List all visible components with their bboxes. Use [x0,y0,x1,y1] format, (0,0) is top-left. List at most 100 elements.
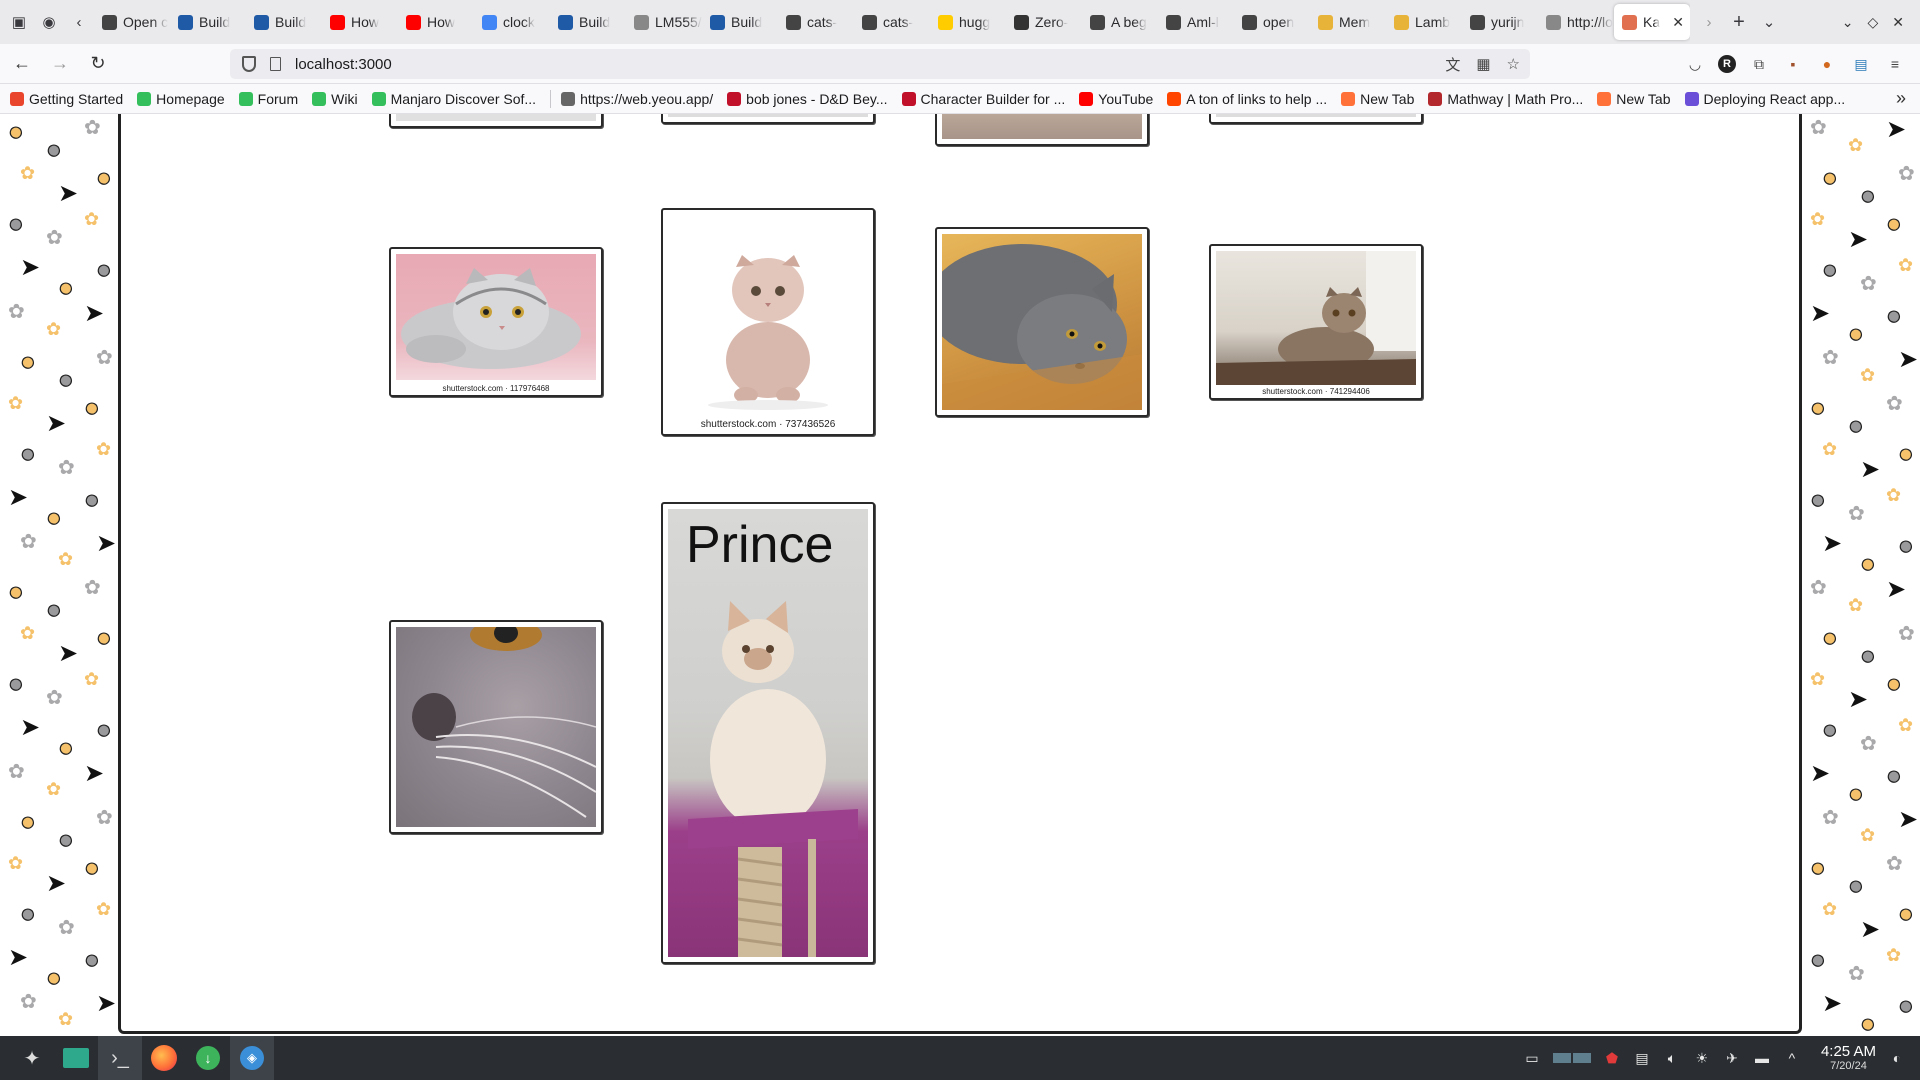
tab-label: open [1263,14,1295,30]
bookmark-item[interactable]: Homepage [137,91,225,107]
sidebar-icon[interactable]: ▤ [1850,53,1872,75]
translate-icon[interactable]: ⽂ [1445,54,1460,75]
battery-icon[interactable]: ▬ [1753,1049,1771,1067]
bookmark-item[interactable]: New Tab [1597,91,1671,107]
cat-card-tabby-fold[interactable]: shutterstock.com · 741294406 [1209,244,1423,400]
url-bar[interactable]: localhost:3000 ⽂ ▦ ☆ [230,49,1530,79]
bookmark-item[interactable]: A ton of links to help ... [1167,91,1327,107]
tab-5[interactable]: clock [474,4,550,40]
github-icon [1166,14,1181,30]
bookmark-item[interactable]: Mathway | Math Pro... [1428,91,1583,107]
extension-icon-2[interactable]: ● [1816,53,1838,75]
tab-6[interactable]: Build [550,4,626,40]
list-all-tabs-icon[interactable]: ⌄ [1754,7,1784,37]
peek-desktop-icon[interactable]: ◐ [1888,1049,1906,1067]
terminal-icon[interactable]: ›_ [98,1036,142,1080]
bookmark-item[interactable]: YouTube [1079,91,1153,107]
tab-3[interactable]: How [322,4,398,40]
tray-expand-icon[interactable]: ^ [1783,1049,1801,1067]
bookmark-item[interactable]: bob jones - D&D Bey... [727,91,888,107]
tab-label: Aml-l [1187,14,1219,30]
minimize-icon[interactable]: ⌄ [1842,14,1854,31]
tab-2[interactable]: Build [246,4,322,40]
brightness-icon[interactable]: ☀ [1693,1049,1711,1067]
forward-icon[interactable]: → [44,48,76,80]
bookmark-item[interactable]: Deploying React app... [1684,91,1845,107]
tab-4[interactable]: How [398,4,474,40]
tab-13[interactable]: A beg [1082,4,1158,40]
bookmark-item[interactable]: Character Builder for ... [901,91,1065,107]
bookmark-item[interactable]: New Tab [1341,91,1414,107]
bookmark-star-icon[interactable]: ☆ [1507,55,1520,73]
downloader-icon[interactable]: ↓ [186,1036,230,1080]
tab-10[interactable]: cats- [854,4,930,40]
bookmarks-overflow-icon[interactable]: » [1896,88,1906,109]
discover-icon[interactable]: ◈ [230,1036,274,1080]
scroll-tabs-left-icon[interactable]: ‹ [64,7,94,37]
cat-card-closeup[interactable] [389,620,603,834]
menu-icon[interactable]: ≡ [1884,53,1906,75]
pocket-icon[interactable]: ◡ [1684,53,1706,75]
file-manager-icon[interactable] [54,1036,98,1080]
page-info-icon[interactable] [270,57,281,71]
bookmark-item[interactable]: Getting Started [10,91,123,107]
tracking-protection-icon[interactable] [242,56,256,72]
pattern-cat-icon: ➤ [96,530,117,557]
firefox-view-icon[interactable]: ◉ [34,7,64,37]
reload-icon[interactable]: ↻ [82,48,114,80]
bookmark-item[interactable]: Forum [238,91,298,107]
account-avatar-icon[interactable]: R [1718,55,1736,73]
airplane-mode-icon[interactable]: ✈ [1723,1049,1741,1067]
tab-list-icon[interactable]: ▣ [4,7,34,37]
cat-card-prince[interactable]: Prince [661,502,875,964]
tab-7[interactable]: LM555/N [626,4,702,40]
clipboard-icon[interactable]: ▤ [1633,1049,1651,1067]
tab-label: http://lo [1567,14,1613,30]
tab-18[interactable]: yurijn [1462,4,1538,40]
qr-code-icon[interactable]: ▦ [1476,55,1490,73]
pattern-cat-icon: ➤ [58,640,79,667]
show-desktop-icon[interactable]: ▭ [1523,1049,1541,1067]
tab-16[interactable]: Mem [1310,4,1386,40]
pattern-cat-icon: ● [95,622,112,652]
tab-8[interactable]: Build [702,4,778,40]
tab-14[interactable]: Aml-l [1158,4,1234,40]
tab-9[interactable]: cats- [778,4,854,40]
tab-15[interactable]: open [1234,4,1310,40]
pattern-cat-icon: ➤ [1848,226,1869,253]
url-text[interactable]: localhost:3000 [295,56,392,73]
cat-card-kitten[interactable]: shutterstock.com · 737436526 [661,208,875,436]
tab-11[interactable]: hugg [930,4,1006,40]
extensions-icon[interactable]: ⧉ [1748,53,1770,75]
cat-card-partial-1[interactable] [389,114,603,128]
scroll-tabs-right-icon[interactable]: › [1694,7,1724,37]
app-launcher-icon[interactable]: ✦ [10,1036,54,1080]
tab-0[interactable]: Open c [94,4,170,40]
tab-12[interactable]: Zero- [1006,4,1082,40]
extension-icon-1[interactable]: ▪ [1782,53,1804,75]
clock[interactable]: 4:25 AM 7/20/24 [1820,1042,1876,1073]
volume-icon[interactable]: 🔈︎ [1663,1049,1681,1067]
new-tab-icon[interactable]: + [1724,7,1754,37]
cat-card-grey-lying[interactable] [935,227,1149,417]
bookmark-item[interactable]: Wiki [312,91,358,107]
clock-time: 4:25 AM [1820,1042,1876,1060]
firefox-icon[interactable] [142,1036,186,1080]
bookmark-item[interactable]: https://web.yeou.app/ [561,91,713,107]
tab-label: How [427,14,456,30]
close-tab-icon[interactable]: ✕ [1672,14,1684,31]
cat-card-partial-4[interactable] [1209,114,1423,124]
tab-1[interactable]: Build [170,4,246,40]
pager-icon[interactable] [1552,1053,1591,1063]
security-shield-icon[interactable]: ⬟ [1603,1049,1621,1067]
close-window-icon[interactable]: ✕ [1892,14,1904,31]
maximize-icon[interactable]: ◇ [1867,14,1878,31]
tab-20[interactable]: Ka ✕ [1614,4,1690,40]
bookmark-item[interactable]: Manjaro Discover Sof... [371,91,536,107]
cat-card-scottish-fold-pink[interactable]: shutterstock.com · 117976468 [389,247,603,397]
cat-card-partial-3[interactable] [935,114,1149,146]
tab-19[interactable]: http://lo [1538,4,1614,40]
back-icon[interactable]: ← [6,48,38,80]
cat-card-partial-2[interactable] [661,114,875,124]
tab-17[interactable]: Lamb [1386,4,1462,40]
